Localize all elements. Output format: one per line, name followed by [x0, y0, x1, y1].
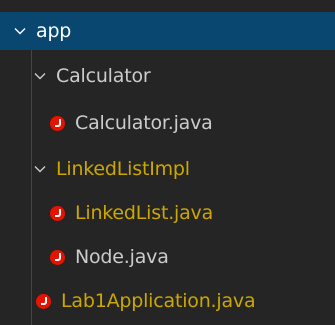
tree-file-label: Calculator.java	[75, 112, 213, 134]
java-file-icon	[50, 115, 65, 131]
tree-file-label: Lab1Application.java	[61, 290, 256, 312]
tree-folder-label: Calculator	[56, 65, 151, 87]
java-file-icon	[50, 205, 65, 221]
tree-file-label: LinkedList.java	[75, 202, 214, 224]
tree-folder-calculator[interactable]: Calculator	[0, 57, 335, 95]
chevron-down-icon[interactable]	[32, 68, 48, 84]
tree-folder-label: LinkedListImpl	[56, 158, 190, 180]
tree-folder-app[interactable]: app	[0, 12, 335, 50]
tree-file-label: Node.java	[75, 246, 169, 268]
file-explorer-tree: app Calculator Calculator.java LinkedLis…	[0, 0, 335, 325]
tree-file-calculator-java[interactable]: Calculator.java	[0, 104, 335, 142]
tree-file-node-java[interactable]: Node.java	[0, 238, 335, 276]
chevron-down-icon[interactable]	[32, 161, 48, 177]
java-file-icon	[36, 293, 51, 309]
tree-folder-label: app	[36, 20, 72, 42]
java-file-icon	[50, 249, 65, 265]
tree-file-lab1application-java[interactable]: Lab1Application.java	[0, 282, 335, 320]
tree-folder-linkedlistimpl[interactable]: LinkedListImpl	[0, 150, 335, 188]
tree-file-linkedlist-java[interactable]: LinkedList.java	[0, 194, 335, 232]
chevron-down-icon[interactable]	[12, 23, 28, 39]
